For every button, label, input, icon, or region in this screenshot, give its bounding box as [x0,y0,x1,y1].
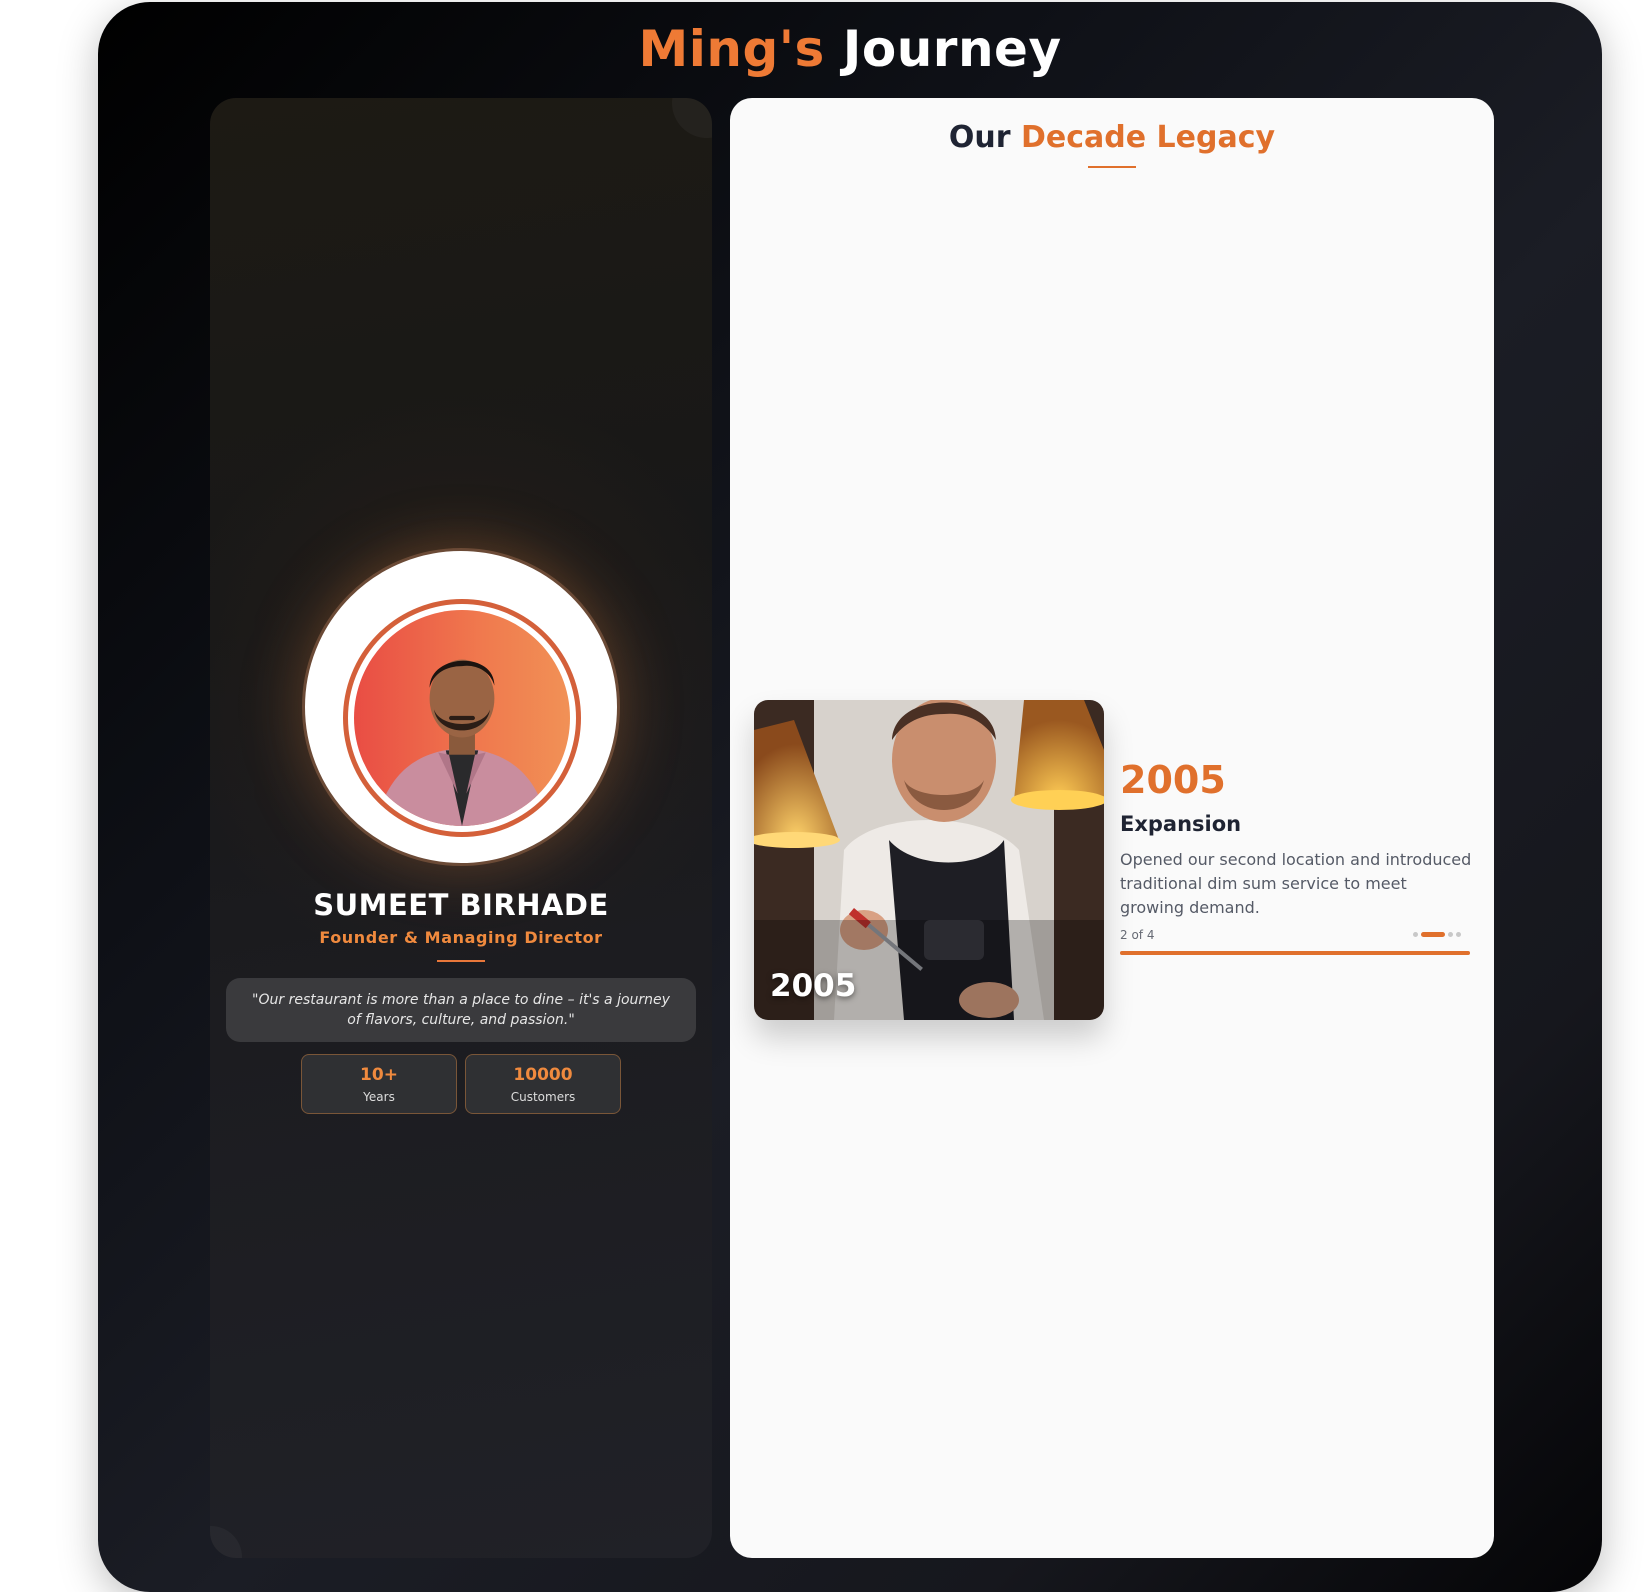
corner-decoration [672,98,712,138]
corner-decoration [210,1526,242,1558]
legacy-underline [1088,166,1136,168]
event-title: Expansion [1120,812,1242,836]
stats-row: 10+ Years 10000 Customers [301,1054,621,1114]
slide-dot-4[interactable] [1456,932,1461,937]
page-title-rest: Journey [842,20,1062,78]
slide-dot-2[interactable] [1421,932,1445,937]
slide-dots [1413,932,1461,937]
founder-profile-card: SUMEET BIRHADE Founder & Managing Direct… [210,98,712,1558]
slide-counter: 2 of 4 [1120,928,1155,942]
avatar-frame [302,548,620,866]
stat-value: 10000 [513,1064,573,1085]
founder-name: SUMEET BIRHADE [313,888,609,922]
event-description: Opened our second location and introduce… [1120,850,1472,917]
stat-years: 10+ Years [301,1054,457,1114]
founder-avatar [354,610,570,826]
role-underline [437,960,485,962]
photo-year-label: 2005 [770,968,857,1004]
event-year: 2005 [1120,758,1226,802]
journey-frame: Ming's Journey SUMEET BIRHADE Founder & … [98,2,1602,1592]
founder-portrait-image [375,659,549,826]
stat-value: 10+ [360,1064,398,1085]
slide-progress-track [1120,951,1470,955]
slide-dot-3[interactable] [1448,932,1453,937]
slide-dot-1[interactable] [1413,932,1418,937]
legacy-title: Our Decade Legacy [730,120,1494,155]
stat-customers: 10000 Customers [465,1054,621,1114]
founder-quote-text: "Our restaurant is more than a place to … [252,992,670,1028]
page-title-accent: Ming's [638,20,825,78]
stat-label: Customers [510,1089,576,1104]
stat-label: Years [363,1089,395,1104]
avatar-ring [343,599,581,837]
page-title: Ming's Journey [98,20,1602,78]
decade-legacy-card: Our Decade Legacy 2005 2005 Expansion Op… [730,98,1494,1558]
legacy-title-dark: Our [948,120,1011,155]
timeline-event-photo[interactable]: 2005 [754,700,1104,1020]
founder-role: Founder & Managing Director [319,928,603,947]
founder-quote: "Our restaurant is more than a place to … [226,978,696,1042]
slide-progress-fill [1120,951,1470,955]
legacy-title-orange: Decade Legacy [1021,120,1276,155]
